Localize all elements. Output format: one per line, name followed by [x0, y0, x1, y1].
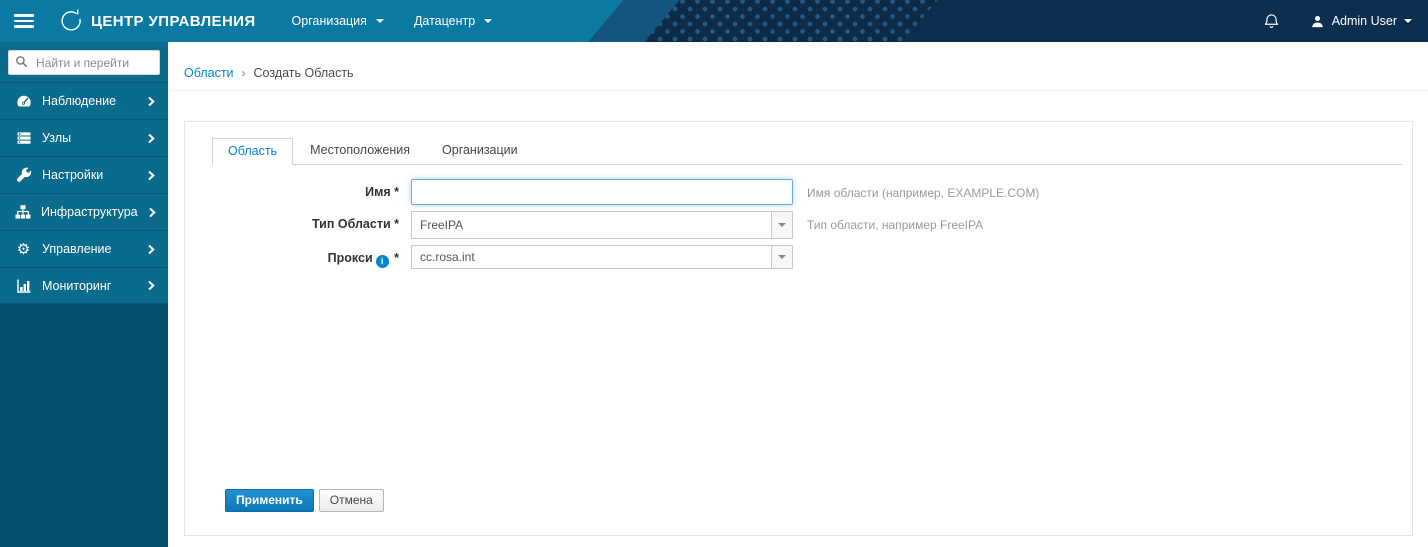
gear-icon: ⚙ — [16, 240, 31, 258]
chevron-down-icon — [484, 19, 493, 23]
app-title: ЦЕНТР УПРАВЛЕНИЯ — [91, 12, 256, 30]
sidebar-search — [0, 42, 168, 82]
chevron-right-icon — [147, 170, 155, 181]
name-hint: Имя области (например, EXAMPLE.COM) — [807, 186, 1040, 200]
info-icon[interactable]: i — [375, 254, 389, 268]
sidebar-item-label: Мониторинг — [42, 278, 112, 293]
datacenter-menu-label: Датацентр — [413, 14, 476, 28]
user-menu[interactable]: Admin User — [1310, 14, 1412, 29]
form-card: Область Местоположения Организации Имя *… — [184, 121, 1413, 536]
screen: ЦЕНТР УПРАВЛЕНИЯ Организация Датацентр A… — [0, 0, 1428, 547]
rosa-logo-icon — [58, 8, 84, 34]
chevron-right-icon — [147, 244, 155, 255]
sidebar-item-label: Управление — [42, 242, 112, 256]
sidebar-item-monitor[interactable]: Наблюдение — [0, 82, 168, 119]
sidebar-item-label: Настройки — [42, 168, 104, 182]
organization-menu[interactable]: Организация — [292, 14, 384, 28]
sidebar-item-monitoring[interactable]: Мониторинг — [0, 267, 168, 304]
tab-bar: Область Местоположения Организации — [212, 137, 1402, 165]
top-navbar: ЦЕНТР УПРАВЛЕНИЯ Организация Датацентр A… — [0, 0, 1428, 42]
name-input[interactable] — [411, 179, 793, 205]
organization-menu-label: Организация — [291, 14, 367, 28]
tachometer-icon — [15, 93, 32, 109]
sidebar-item-label: Узлы — [42, 131, 72, 145]
sidebar: Наблюдение Узлы — [0, 42, 168, 547]
user-avatar-icon — [1310, 14, 1325, 29]
chevron-right-icon — [147, 133, 155, 144]
realm-form: Имя * Имя области (например, EXAMPLE.COM… — [185, 179, 1412, 512]
datacenter-menu[interactable]: Датацентр — [413, 14, 493, 28]
breadcrumb: Области › Создать Область — [168, 42, 1428, 91]
form-row-realm-type: Тип Области * FreeIPA Тип области, напри… — [185, 211, 1412, 239]
select-caret-icon — [771, 212, 792, 238]
sitemap-icon — [15, 204, 31, 220]
chevron-right-icon — [147, 96, 155, 107]
breadcrumb-current: Создать Область — [253, 66, 354, 80]
hosts-icon — [15, 130, 32, 146]
sidebar-item-settings[interactable]: Настройки — [0, 156, 168, 193]
chevron-right-icon — [148, 207, 156, 218]
tab-realm[interactable]: Область — [212, 138, 294, 165]
tab-organizations[interactable]: Организации — [427, 138, 533, 165]
sidebar-filler — [0, 304, 168, 547]
form-row-proxy: Прокси i * cc.rosa.int — [185, 245, 1412, 269]
submit-button[interactable]: Применить — [225, 489, 314, 512]
select-caret-icon — [771, 246, 792, 268]
main-content: Области › Создать Область Область Местоп… — [168, 42, 1428, 547]
brand[interactable]: ЦЕНТР УПРАВЛЕНИЯ — [58, 8, 256, 34]
chevron-right-icon — [147, 280, 155, 291]
breadcrumb-separator: › — [241, 66, 246, 80]
wrench-icon — [15, 167, 32, 183]
sidebar-item-infrastructure[interactable]: Инфраструктура — [0, 193, 168, 230]
form-actions: Применить Отмена — [225, 489, 1412, 512]
proxy-value: cc.rosa.int — [420, 250, 475, 264]
hamburger-menu-icon[interactable] — [14, 14, 34, 28]
form-row-name: Имя * Имя области (например, EXAMPLE.COM… — [185, 179, 1412, 205]
user-name: Admin User — [1331, 14, 1397, 28]
cancel-button[interactable]: Отмена — [318, 489, 384, 512]
sidebar-item-hosts[interactable]: Узлы — [0, 119, 168, 156]
realm-type-label: Тип Области * — [311, 217, 399, 231]
bar-chart-icon — [15, 278, 32, 294]
proxy-label: Прокси i * — [327, 251, 399, 268]
name-label: Имя * — [365, 185, 399, 199]
sidebar-item-label: Инфраструктура — [41, 205, 138, 219]
chevron-down-icon — [1404, 19, 1412, 23]
search-input[interactable] — [8, 50, 160, 75]
tab-locations[interactable]: Местоположения — [295, 138, 425, 165]
sidebar-item-label: Наблюдение — [42, 94, 117, 108]
proxy-select[interactable]: cc.rosa.int — [411, 245, 793, 269]
notifications-bell-icon[interactable] — [1263, 13, 1280, 30]
breadcrumb-realms-link[interactable]: Области — [184, 66, 234, 80]
realm-type-select[interactable]: FreeIPA — [411, 211, 793, 239]
search-icon — [15, 55, 28, 71]
realm-type-hint: Тип области, например FreeIPA — [807, 218, 984, 232]
sidebar-item-administer[interactable]: ⚙ Управление — [0, 230, 168, 267]
realm-type-value: FreeIPA — [420, 218, 464, 232]
chevron-down-icon — [375, 19, 384, 23]
